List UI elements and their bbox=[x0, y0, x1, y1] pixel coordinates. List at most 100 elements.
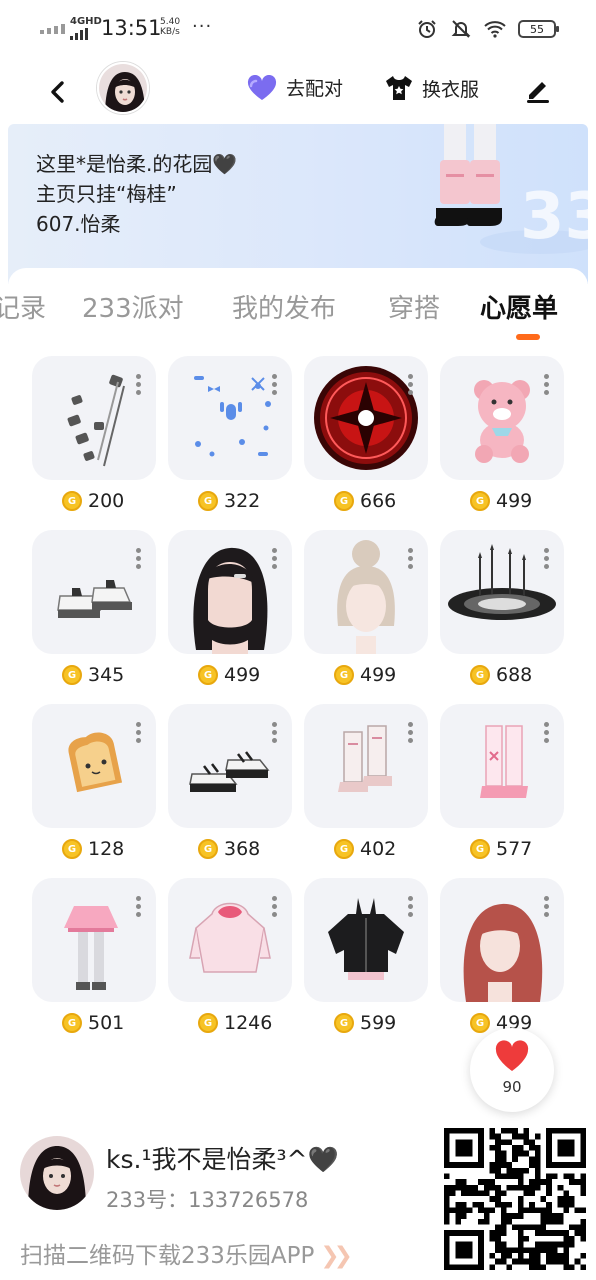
signal-bars-icon bbox=[70, 28, 88, 40]
price-value: 577 bbox=[496, 838, 533, 860]
item-price: G 501 bbox=[62, 1012, 124, 1034]
tab-my-posts[interactable]: 我的发布 bbox=[232, 288, 336, 325]
tab-233-party[interactable]: 233派对 bbox=[82, 288, 184, 325]
wishlist-item[interactable]: G 200 bbox=[32, 356, 156, 524]
coin-icon: G bbox=[334, 665, 354, 685]
item-thumbnail bbox=[32, 356, 156, 480]
wishlist-item[interactable]: G 499 bbox=[440, 356, 564, 524]
more-options-icon[interactable] bbox=[408, 548, 414, 569]
banner-signature-line: 主页只挂“梅桂” bbox=[36, 182, 177, 206]
more-options-icon[interactable] bbox=[408, 896, 414, 917]
avatar[interactable] bbox=[97, 62, 149, 114]
more-options-icon[interactable] bbox=[408, 374, 414, 395]
wishlist-item[interactable]: G 128 bbox=[32, 704, 156, 872]
item-price: G 402 bbox=[334, 838, 396, 860]
wishlist-item[interactable]: G 368 bbox=[168, 704, 292, 872]
back-button[interactable] bbox=[40, 74, 76, 110]
more-options-icon[interactable] bbox=[544, 548, 550, 569]
chevron-left-icon bbox=[51, 81, 64, 103]
net-speed: 5.40 KB/s bbox=[160, 17, 180, 37]
tab-records[interactable]: 记录 bbox=[0, 288, 46, 325]
item-price: G 128 bbox=[62, 838, 124, 860]
coin-icon: G bbox=[198, 665, 218, 685]
wishlist-item[interactable]: G 499 bbox=[304, 530, 428, 698]
coin-icon: G bbox=[470, 839, 490, 859]
more-options-icon[interactable] bbox=[544, 374, 550, 395]
download-cta: 扫描二维码下载233乐园APP ❯❯ bbox=[20, 1236, 353, 1270]
net-speed-unit: KB/s bbox=[160, 27, 180, 37]
footer-user-id: 233号：133726578 bbox=[106, 1188, 309, 1212]
more-options-icon[interactable] bbox=[136, 548, 142, 569]
item-thumbnail bbox=[304, 356, 428, 480]
coin-icon: G bbox=[470, 665, 490, 685]
clock: 13:51 bbox=[101, 16, 162, 40]
wishlist-item[interactable]: G 322 bbox=[168, 356, 292, 524]
more-options-icon[interactable] bbox=[136, 896, 142, 917]
tab-outfits[interactable]: 穿搭 bbox=[388, 288, 440, 325]
profile-banner: 这里*是怡柔.的花园🖤 主页只挂“梅桂” 607.怡柔 33 bbox=[8, 124, 588, 284]
coin-icon: G bbox=[334, 491, 354, 511]
item-thumbnail bbox=[32, 530, 156, 654]
change-outfit-button[interactable]: 换衣服 bbox=[384, 74, 479, 102]
price-value: 368 bbox=[224, 838, 261, 860]
wishlist-item[interactable]: G 402 bbox=[304, 704, 428, 872]
price-value: 499 bbox=[224, 664, 261, 686]
coin-icon: G bbox=[198, 1013, 218, 1033]
coin-icon: G bbox=[198, 839, 218, 859]
price-value: 345 bbox=[88, 664, 125, 686]
banner-signature-line: 607.怡柔 bbox=[36, 212, 121, 236]
item-thumbnail bbox=[168, 704, 292, 828]
wishlist-item[interactable]: G 599 bbox=[304, 878, 428, 1046]
like-button[interactable]: 90 bbox=[470, 1028, 554, 1112]
qr-code bbox=[444, 1128, 586, 1270]
wishlist-item[interactable]: G 577 bbox=[440, 704, 564, 872]
pair-button[interactable]: 去配对 bbox=[246, 74, 343, 101]
item-thumbnail bbox=[440, 878, 564, 1002]
item-price: G 322 bbox=[198, 490, 260, 512]
wishlist-item[interactable]: G 345 bbox=[32, 530, 156, 698]
wishlist-item[interactable]: G 499 bbox=[168, 530, 292, 698]
pen-icon bbox=[527, 82, 549, 103]
wishlist-item[interactable]: G 688 bbox=[440, 530, 564, 698]
price-value: 402 bbox=[360, 838, 397, 860]
change-outfit-label: 换衣服 bbox=[422, 78, 480, 101]
banner-signature-line: 这里*是怡柔.的花园🖤 bbox=[36, 152, 238, 176]
coin-icon: G bbox=[62, 839, 82, 859]
coin-icon: G bbox=[334, 1013, 354, 1033]
item-price: G 200 bbox=[62, 490, 124, 512]
wishlist-item[interactable]: G 499 bbox=[440, 878, 564, 1046]
signal-strength-icon bbox=[40, 24, 65, 34]
more-options-icon[interactable] bbox=[272, 896, 278, 917]
more-options-icon[interactable] bbox=[136, 374, 142, 395]
price-value: 322 bbox=[224, 490, 261, 512]
more-options-icon[interactable] bbox=[544, 896, 550, 917]
more-options-icon[interactable] bbox=[272, 548, 278, 569]
more-options-icon[interactable] bbox=[272, 722, 278, 743]
item-thumbnail bbox=[440, 530, 564, 654]
item-thumbnail bbox=[304, 530, 428, 654]
more-options-icon[interactable] bbox=[272, 374, 278, 395]
price-value: 501 bbox=[88, 1012, 125, 1034]
tab-wishlist[interactable]: 心愿单 bbox=[480, 288, 558, 325]
svg-text:33: 33 bbox=[520, 180, 588, 254]
like-count: 90 bbox=[502, 1078, 522, 1096]
coin-icon: G bbox=[62, 1013, 82, 1033]
item-price: G 599 bbox=[334, 1012, 396, 1034]
pair-label: 去配对 bbox=[286, 78, 344, 100]
item-thumbnail bbox=[304, 878, 428, 1002]
item-price: G 666 bbox=[334, 490, 396, 512]
coin-icon: G bbox=[470, 1013, 490, 1033]
more-options-icon[interactable] bbox=[408, 722, 414, 743]
coin-icon: G bbox=[62, 491, 82, 511]
wishlist-item[interactable]: G 1246 bbox=[168, 878, 292, 1046]
edit-button[interactable] bbox=[522, 74, 554, 106]
wishlist-item[interactable]: G 501 bbox=[32, 878, 156, 1046]
item-thumbnail bbox=[440, 704, 564, 828]
item-thumbnail bbox=[32, 878, 156, 1002]
more-options-icon[interactable] bbox=[544, 722, 550, 743]
coin-icon: G bbox=[334, 839, 354, 859]
price-value: 128 bbox=[88, 838, 125, 860]
wishlist-item[interactable]: G 666 bbox=[304, 356, 428, 524]
more-options-icon[interactable] bbox=[136, 722, 142, 743]
coin-icon: G bbox=[62, 665, 82, 685]
